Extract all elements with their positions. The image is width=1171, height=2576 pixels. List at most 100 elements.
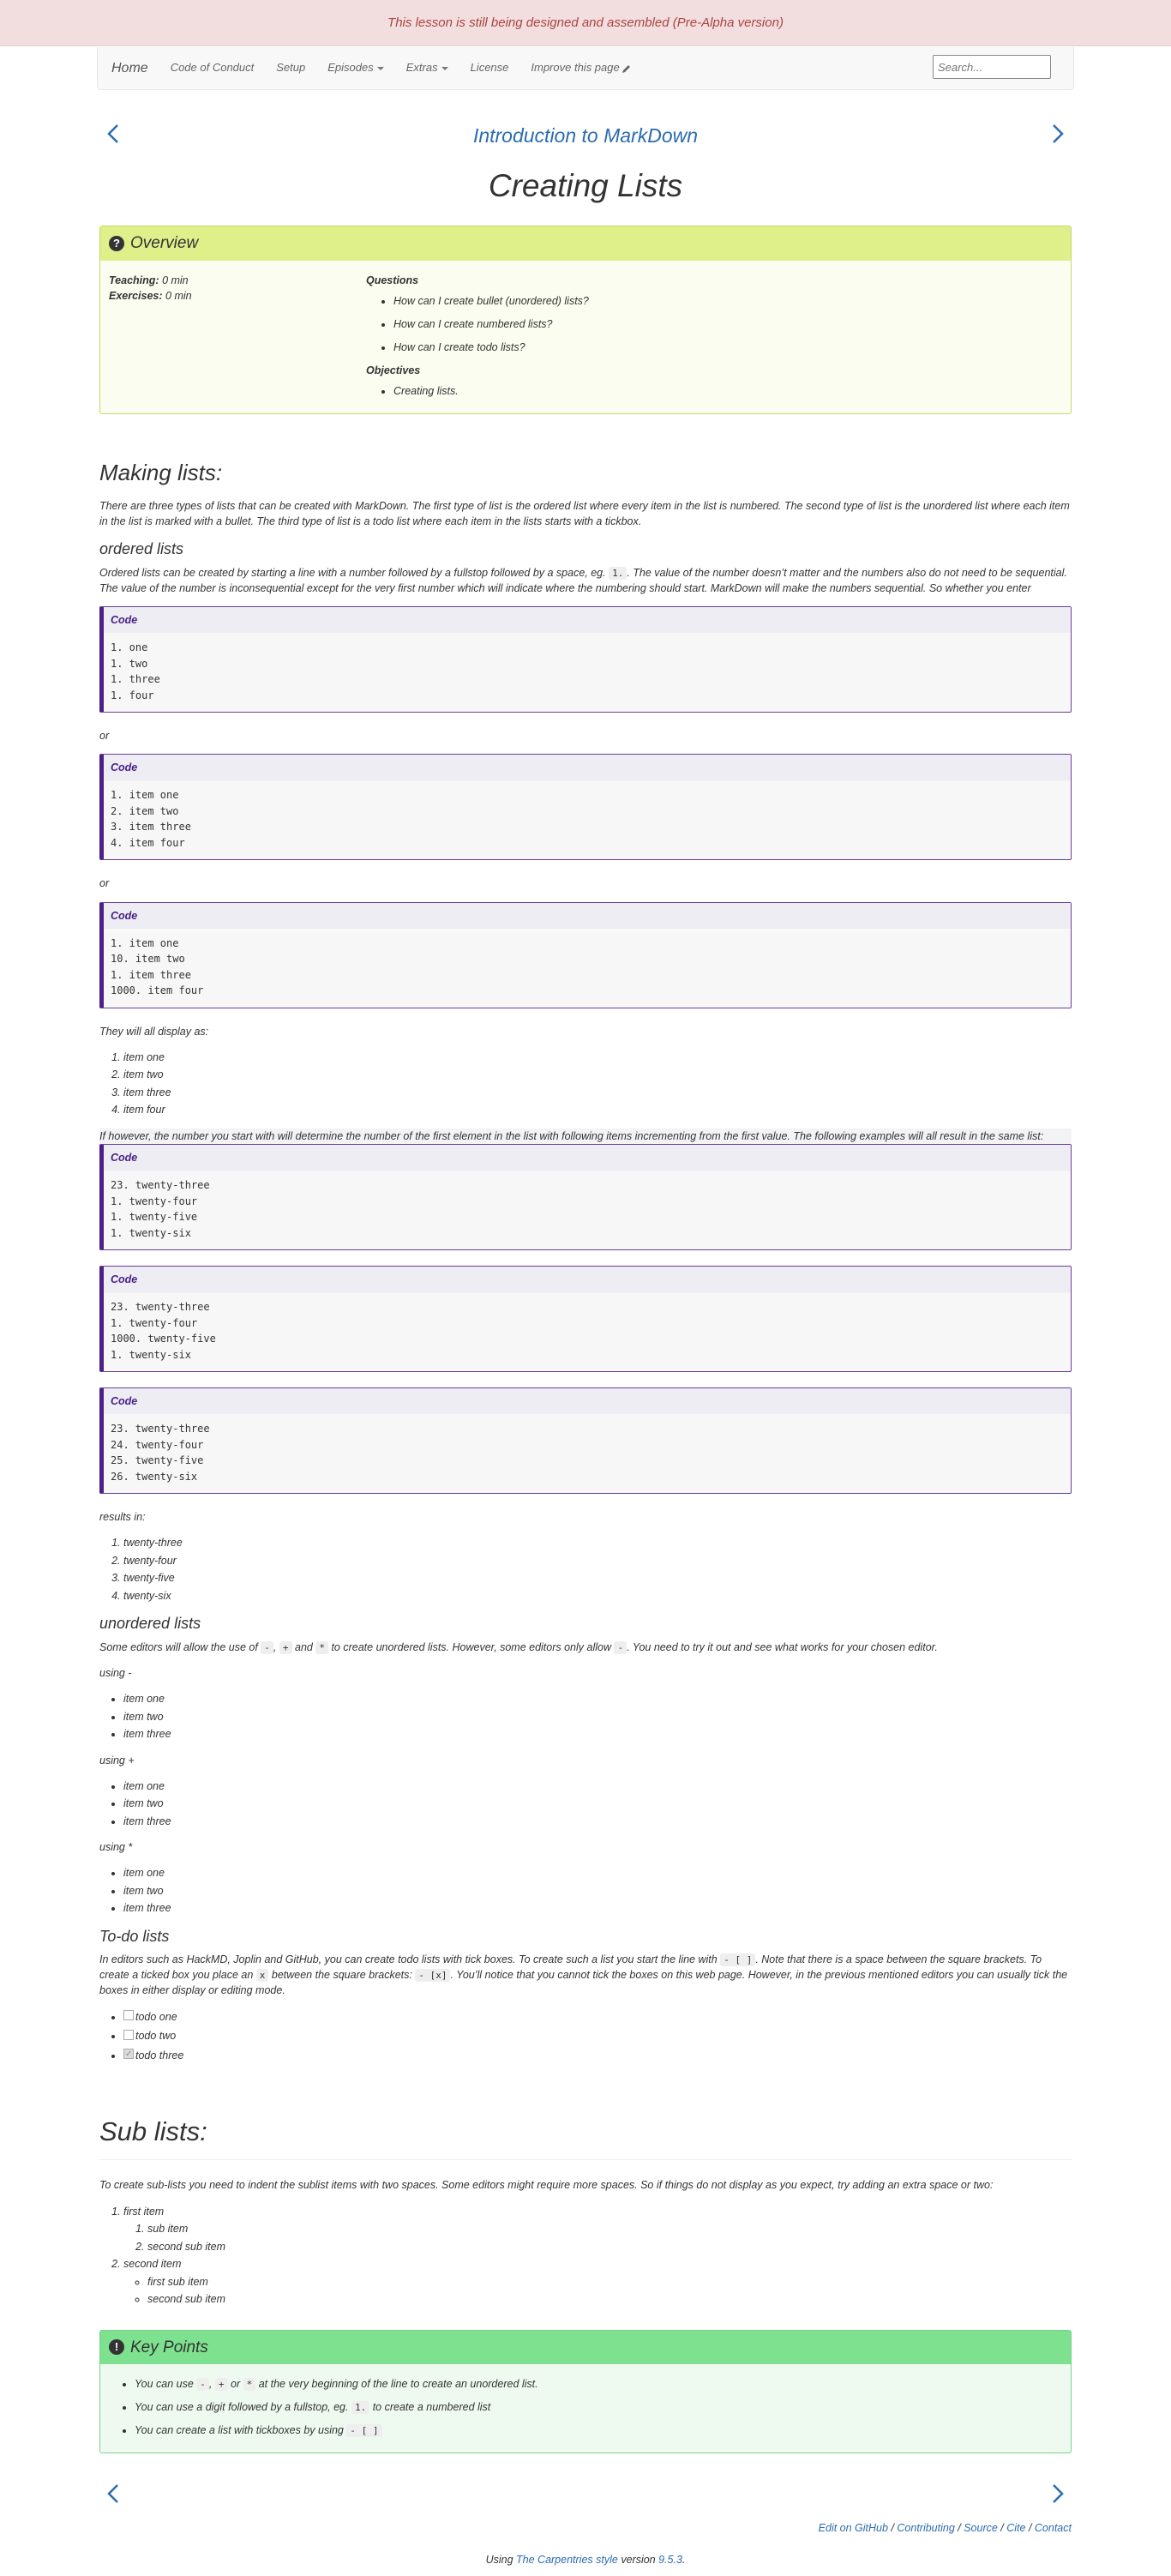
questions-list: How can I create bullet (unordered) list… bbox=[366, 293, 1062, 355]
nested-list: first item sub item second sub item seco… bbox=[99, 2204, 1072, 2308]
questions-label: Questions bbox=[366, 274, 419, 286]
footer-contact[interactable]: Contact bbox=[1035, 2522, 1072, 2534]
list-item: You can use a digit followed by a fullst… bbox=[135, 2399, 1062, 2415]
separator: / bbox=[1025, 2522, 1035, 2535]
search-input[interactable] bbox=[933, 55, 1051, 79]
separator: / bbox=[997, 2522, 1007, 2535]
text-span: at the very beginning of the line to cre… bbox=[258, 2378, 538, 2391]
previous-episode-link[interactable] bbox=[101, 2481, 127, 2507]
list-item: twenty-six bbox=[123, 1588, 1072, 1604]
list-item: first sub item bbox=[147, 2274, 1072, 2290]
objectives-list: Creating lists. bbox=[366, 383, 1062, 399]
code-label: Code bbox=[104, 755, 1071, 781]
code-label: Code bbox=[104, 1267, 1071, 1293]
footer-cite[interactable]: Cite bbox=[1006, 2522, 1025, 2534]
list-item: twenty-three bbox=[123, 1535, 1072, 1551]
making-intro: There are three types of lists that can … bbox=[99, 500, 1070, 528]
exclamation-icon: ! bbox=[109, 2339, 124, 2356]
todo-list: todo one todo two todo three bbox=[99, 2009, 1072, 2064]
list-item: second sub item bbox=[147, 2239, 1072, 2255]
text-span: Using bbox=[485, 2553, 513, 2566]
unordered-paragraph: Some editors will allow the use of -, + … bbox=[99, 1640, 1072, 1655]
caret-down-icon bbox=[376, 66, 384, 70]
nav-home[interactable]: Home bbox=[111, 58, 148, 78]
chevron-right-icon bbox=[1053, 2484, 1064, 2504]
objectives-label: Objectives bbox=[366, 364, 421, 377]
text-span: In editors such as HackMD, Joplin and Gi… bbox=[99, 1953, 718, 1966]
keypoints-header: ! Key Points bbox=[100, 2330, 1071, 2365]
using-dash-text: using - bbox=[99, 1666, 132, 1679]
text-span: You can use bbox=[135, 2378, 194, 2391]
list-item: item one bbox=[123, 1779, 1072, 1795]
chevron-left-icon bbox=[107, 2484, 118, 2504]
text-span: Ordered lists can be created by starting… bbox=[99, 566, 606, 579]
nav-extras-dropdown[interactable]: Extras bbox=[406, 60, 448, 76]
checkbox-unchecked[interactable] bbox=[123, 2029, 134, 2040]
unordered-lists-heading: unordered lists bbox=[99, 1615, 201, 1633]
page-title: Creating Lists bbox=[488, 168, 683, 203]
checkbox-unchecked[interactable] bbox=[123, 2010, 134, 2021]
inline-code: x bbox=[255, 1969, 269, 1983]
list-item: You can use -, + or * at the very beginn… bbox=[135, 2376, 1062, 2392]
list-item: twenty-four bbox=[123, 1553, 1072, 1569]
footer-source[interactable]: Source bbox=[964, 2522, 998, 2534]
nav-improve-page[interactable]: Improve this page bbox=[531, 60, 631, 76]
pencil-icon bbox=[622, 64, 630, 73]
navbar: Home Code of Conduct Setup Episodes Extr… bbox=[97, 47, 1074, 90]
nav-code-of-conduct[interactable]: Code of Conduct bbox=[171, 60, 255, 76]
sub-lists-heading: Sub lists: bbox=[99, 2115, 1072, 2161]
star-list: item one item two item three bbox=[99, 1865, 1072, 1917]
inline-code: * bbox=[315, 1640, 328, 1654]
inline-code: 1. bbox=[351, 2401, 370, 2415]
list-item: item three bbox=[123, 1814, 1072, 1830]
banner-text: This lesson is still being designed and … bbox=[387, 15, 784, 30]
inline-code: - [ ] bbox=[720, 1953, 756, 1967]
code-content: 23. twenty-three 24. twenty-four 25. twe… bbox=[111, 1423, 210, 1483]
list-item: item two bbox=[123, 1883, 1072, 1899]
next-episode-link[interactable] bbox=[1044, 2481, 1070, 2507]
footer-credit: Using The Carpentries style version 9.5.… bbox=[99, 2552, 1072, 2567]
code-label: Code bbox=[104, 607, 1071, 634]
todo-label: todo one bbox=[135, 2010, 177, 2023]
results-list: twenty-three twenty-four twenty-five twe… bbox=[99, 1535, 1072, 1604]
plus-list: item one item two item three bbox=[99, 1779, 1072, 1830]
exercises-label: Exercises: bbox=[109, 289, 163, 302]
list-item: How can I create numbered lists? bbox=[393, 316, 1062, 332]
code-content: 1. one 1. two 1. three 1. four bbox=[111, 641, 160, 701]
ordered-lists-heading: ordered lists bbox=[99, 540, 184, 558]
sub-list: first sub item second sub item bbox=[123, 2274, 1072, 2308]
carpentries-style-link[interactable]: The Carpentries style bbox=[516, 2554, 618, 2566]
todo-lists-heading: To-do lists bbox=[99, 1927, 170, 1945]
text-span: , bbox=[273, 1640, 277, 1653]
text-span: You can create a list with tickboxes by … bbox=[135, 2424, 344, 2437]
list-item: item three bbox=[123, 1085, 1072, 1101]
display-as-text: They will all display as: bbox=[99, 1025, 209, 1038]
nav-setup[interactable]: Setup bbox=[276, 60, 305, 76]
text-span: . bbox=[682, 2553, 686, 2566]
overview-heading: Overview bbox=[130, 234, 199, 253]
footer-contributing[interactable]: Contributing bbox=[897, 2522, 954, 2534]
chevron-right-icon bbox=[1053, 124, 1064, 143]
version-link[interactable]: 9.5.3 bbox=[658, 2554, 682, 2566]
code-block: Code 23. twenty-three 24. twenty-four 25.… bbox=[99, 1387, 1072, 1495]
nav-improve-label: Improve this page bbox=[531, 61, 620, 75]
text-span: between the square brackets: bbox=[271, 1969, 412, 1982]
item-label: first item bbox=[123, 2205, 165, 2218]
nav-license[interactable]: License bbox=[471, 60, 509, 76]
list-item: twenty-five bbox=[123, 1570, 1072, 1586]
text-span: Some editors will allow the use of bbox=[99, 1640, 258, 1653]
text-span: version bbox=[621, 2553, 656, 2566]
list-item: item three bbox=[123, 1900, 1072, 1917]
sub-list: sub item second sub item bbox=[123, 2221, 1072, 2254]
code-content: 23. twenty-three 1. twenty-four 1000. tw… bbox=[111, 1301, 216, 1361]
previous-episode-link[interactable] bbox=[101, 121, 127, 147]
overview-times: Teaching: 0 min Exercises: 0 min bbox=[109, 273, 366, 407]
next-episode-link[interactable] bbox=[1044, 121, 1070, 147]
inline-code: + bbox=[279, 1640, 292, 1654]
checkbox-checked[interactable] bbox=[123, 2047, 134, 2063]
overview-header: ? Overview bbox=[100, 226, 1071, 261]
nav-episodes-dropdown[interactable]: Episodes bbox=[327, 60, 384, 76]
footer-edit-github[interactable]: Edit on GitHub bbox=[819, 2522, 888, 2534]
lesson-title[interactable]: Introduction to MarkDown bbox=[99, 114, 1072, 157]
using-plus-text: using + bbox=[99, 1754, 135, 1766]
